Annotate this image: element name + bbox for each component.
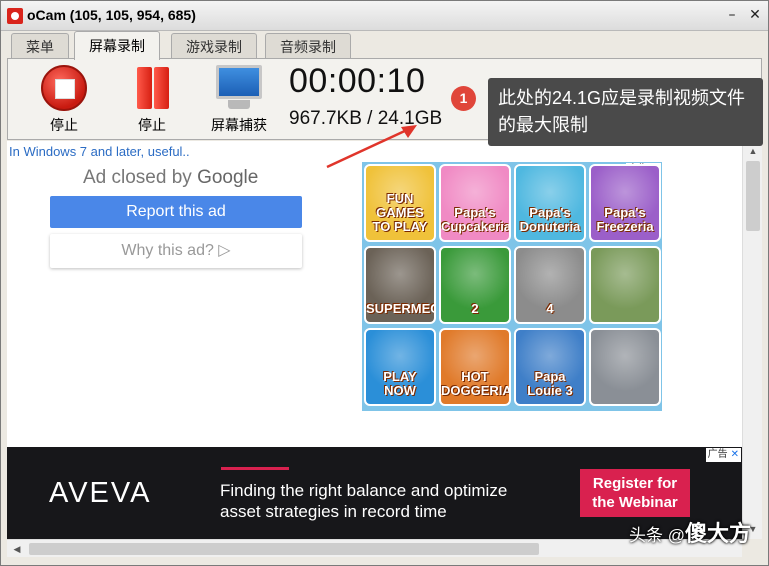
vertical-scrollbar[interactable]: ▲ ▼: [742, 141, 762, 539]
game-tile-label: SUPERMECHS: [366, 301, 434, 316]
banner-close-icon[interactable]: ✕: [731, 448, 739, 462]
screen-capture-button[interactable]: 屏幕捕获: [206, 65, 272, 135]
watermark: 头条 @傻大方: [629, 516, 751, 548]
pause-icon: [129, 65, 175, 111]
tab-game-record[interactable]: 游戏录制: [171, 33, 257, 59]
vertical-scroll-thumb[interactable]: [746, 161, 760, 231]
game-tile[interactable]: 4: [514, 246, 586, 324]
ocam-window: oCam (105, 105, 954, 685) – ✕ 菜单 屏幕录制 游戏…: [0, 0, 769, 566]
scroll-left-icon[interactable]: ◀: [7, 541, 27, 557]
minimize-icon[interactable]: –: [724, 7, 740, 23]
pause-label: 停止: [138, 117, 166, 133]
stop-label: 停止: [50, 117, 78, 133]
horizontal-scroll-thumb[interactable]: [29, 543, 539, 555]
game-tile[interactable]: Papa Louie 3: [514, 328, 586, 406]
aveva-logo: AVEVA: [49, 477, 152, 509]
game-tile-label: 2: [471, 301, 479, 316]
tab-audio-record[interactable]: 音频录制: [265, 33, 351, 59]
why-this-ad-button[interactable]: Why this ad? ▷: [50, 234, 302, 268]
ad-content-area: In Windows 7 and later, useful.. Ad clos…: [7, 141, 742, 539]
tab-menu[interactable]: 菜单: [11, 33, 69, 59]
google-logo-text: Google: [197, 167, 259, 188]
game-tile[interactable]: SUPERMECHS: [364, 246, 436, 324]
banner-accent-line: [221, 467, 289, 470]
game-tile-label: PLAY NOW: [383, 369, 417, 398]
game-tile[interactable]: FUN GAMES TO PLAY: [364, 164, 436, 242]
title-bar[interactable]: oCam (105, 105, 954, 685) – ✕: [1, 1, 768, 31]
game-tile[interactable]: Papa's Cupcakeria: [439, 164, 511, 242]
tab-label: 菜单: [26, 39, 54, 55]
game-tile[interactable]: Papa's Donuteria: [514, 164, 586, 242]
games-ad[interactable]: 广告✕ FUN GAMES TO PLAYPapa's CupcakeriaPa…: [362, 162, 662, 411]
game-tile-label: Papa's Donuteria: [519, 205, 581, 234]
register-webinar-button[interactable]: Register for the Webinar: [580, 469, 690, 517]
annotation-arrow: [326, 125, 417, 169]
game-tile-label: Papa's Freezeria: [596, 205, 654, 234]
ad-closed-prefix: Ad closed by: [83, 167, 198, 188]
game-tile[interactable]: PLAY NOW: [364, 328, 436, 406]
annotation-badge: 1: [451, 86, 476, 111]
close-icon[interactable]: ✕: [747, 7, 763, 23]
game-tile[interactable]: [589, 328, 661, 406]
tab-screen-record[interactable]: 屏幕录制: [74, 31, 160, 60]
banner-text: Finding the right balance and optimize a…: [220, 481, 508, 521]
watermark-name: 傻大方: [684, 521, 751, 546]
game-tile-label: Papa Louie 3: [527, 369, 573, 398]
content-note-link[interactable]: In Windows 7 and later, useful..: [9, 144, 190, 159]
stop-icon: [41, 65, 87, 111]
ocam-app-icon: [7, 8, 23, 24]
stop-button[interactable]: 停止: [31, 65, 97, 135]
annotation-callout: 此处的24.1G应是录制视频文件的最大限制: [488, 78, 763, 146]
tab-label: 游戏录制: [186, 39, 242, 55]
game-tile-label: Papa's Cupcakeria: [441, 205, 511, 234]
game-tile[interactable]: HOT DOGGERIA: [439, 328, 511, 406]
report-ad-button[interactable]: Report this ad: [50, 196, 302, 228]
banner-ad-tag[interactable]: 广告 ✕: [705, 448, 741, 462]
game-tile[interactable]: Papa's Freezeria: [589, 164, 661, 242]
game-tile[interactable]: [589, 246, 661, 324]
capture-label: 屏幕捕获: [211, 117, 267, 133]
monitor-icon: [214, 65, 264, 111]
ad-closed-text: Ad closed by Google: [83, 167, 258, 189]
tab-label: 屏幕录制: [89, 38, 145, 54]
pause-button[interactable]: 停止: [119, 65, 185, 135]
game-tile[interactable]: 2: [439, 246, 511, 324]
tab-label: 音频录制: [280, 39, 336, 55]
watermark-prefix: 头条 @: [629, 526, 685, 545]
game-tile-label: FUN GAMES TO PLAY: [372, 191, 428, 234]
game-tile-label: HOT DOGGERIA: [441, 369, 511, 398]
window-title: oCam (105, 105, 954, 685): [27, 7, 196, 23]
game-tile-label: 4: [546, 301, 554, 316]
banner-ad-tag-label: 广告: [707, 449, 728, 460]
record-timer: 00:00:10: [289, 62, 426, 100]
